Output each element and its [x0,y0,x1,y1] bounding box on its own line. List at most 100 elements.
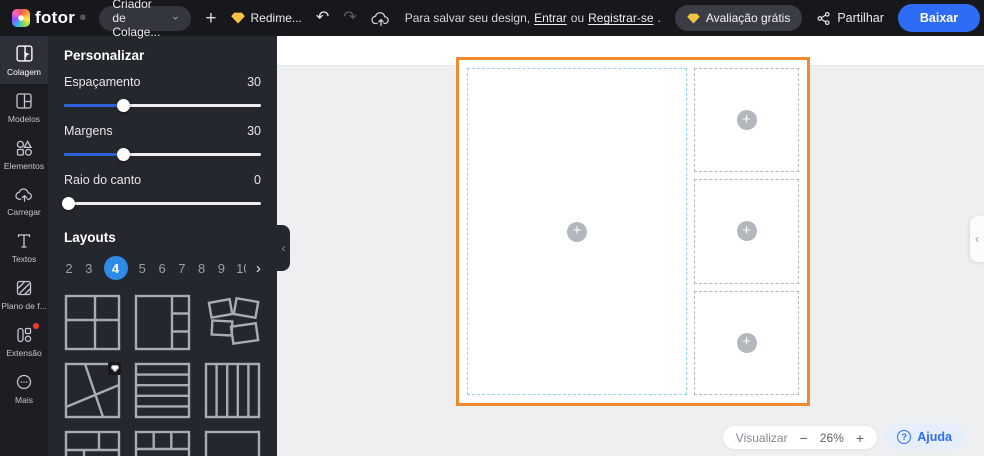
help-label: Ajuda [917,429,952,444]
layout-thumbnail-6[interactable] [204,362,261,419]
sidebar-item-plano-de-f[interactable]: Plano de f... [0,271,48,318]
zoom-out-button[interactable]: − [800,431,808,445]
share-button[interactable]: Partilhar [816,11,884,26]
panel-title: Personalizar [64,48,145,63]
layout-thumbnail-5[interactable] [134,362,191,419]
next-counts-icon[interactable]: › [256,261,261,276]
zoom-in-button[interactable]: + [856,431,864,445]
extension-icon [15,323,39,344]
gem-icon [230,12,245,24]
layout-count-10[interactable]: 10 [236,261,246,276]
layout-preview-graphic [204,362,261,419]
login-link[interactable]: Entrar [534,11,567,25]
sidebar-item-modelos[interactable]: Modelos [0,84,48,131]
layout-count-3[interactable]: 3 [84,261,94,276]
sidebar-item-label: Colagem [6,67,42,77]
sidebar-item-label: Carregar [7,207,41,217]
redeem-button[interactable]: Redime... [230,11,302,25]
layout-count-6[interactable]: 6 [157,261,167,276]
sidebar-item-colagem[interactable]: Colagem [0,36,48,84]
save-hint-period: . [657,11,661,25]
project-selector[interactable]: Criador de Colage... [99,0,192,39]
notification-dot [33,323,39,329]
left-sidebar: Colagem Modelos Elementos Carregar Textos Pla… [0,36,48,456]
layout-count-5[interactable]: 5 [137,261,147,276]
slider-label: Raio do canto [64,173,142,187]
help-button[interactable]: ? Ajuda [884,423,965,450]
collage-cell-main[interactable]: + [467,68,687,395]
new-design-button[interactable]: + [205,9,216,28]
slider-label: Espaçamento [64,75,141,89]
layout-preview-graphic [64,430,121,456]
sidebar-item-carregar[interactable]: Carregar [0,178,48,224]
preview-zoom-bar: Visualizar − 26% + [722,426,877,449]
add-photo-button[interactable]: + [567,221,587,242]
save-hint: Para salvar seu design, Entrar ou Regist… [405,11,661,25]
collage-cell-1[interactable]: + [694,68,799,173]
register-link[interactable]: Registrar-se [588,11,653,25]
layout-count-2[interactable]: 2 [64,261,74,276]
layout-count-8[interactable]: 8 [197,261,207,276]
text-icon [15,232,33,250]
slider-group-margens: Margens 30 [64,121,261,161]
preview-button[interactable]: Visualizar [736,431,788,445]
collage-right-column: + + + [694,68,799,395]
collage-cell-2[interactable]: + [694,179,799,284]
free-trial-button[interactable]: Avaliação grátis [674,5,803,31]
download-button[interactable]: Baixar [897,4,981,32]
layout-count-9[interactable]: 9 [216,261,226,276]
slider-thumb[interactable] [62,197,75,210]
sidebar-item-label: Plano de f... [1,301,47,311]
redo-button[interactable]: ↷ [343,10,356,26]
add-photo-button[interactable]: + [736,221,757,242]
panel-collapse-handle[interactable]: ‹ [277,225,290,271]
sidebar-item-label: Mais [15,395,33,405]
fotor-logo[interactable]: fotor ® [12,8,85,28]
sidebar-item-elementos[interactable]: Elementos [0,131,48,178]
workspace: + + + + [277,36,984,456]
sidebar-item-extens-o[interactable]: Extensão [0,318,48,365]
elements-icon [15,139,33,157]
layout-thumbnail-7[interactable] [64,430,121,456]
undo-button[interactable]: ↶ [316,10,329,26]
layout-thumbnail-4[interactable] [64,362,121,419]
background-icon [15,279,33,297]
add-photo-button[interactable]: + [736,332,757,353]
upload-icon [14,186,34,203]
redeem-label: Redime... [250,11,302,25]
layout-thumbnail-2[interactable] [134,294,191,351]
layouts-title: Layouts [64,230,116,245]
gem-icon [687,13,700,24]
margens-slider[interactable] [64,148,261,161]
sidebar-item-label: Modelos [7,114,41,124]
layout-preview-graphic [134,362,191,419]
share-label: Partilhar [837,11,884,25]
layout-thumbnail-9[interactable] [204,430,261,456]
slider-value: 30 [247,124,261,138]
sidebar-item-label: Textos [11,254,37,264]
registered-mark: ® [80,14,86,22]
layout-thumbnail-8[interactable] [134,430,191,456]
layout-count-4[interactable]: 4 [103,256,128,280]
customize-panel: Personalizar Espaçamento 30 Margens 30 Raio … [48,36,277,456]
add-photo-button[interactable]: + [736,110,757,131]
espa-amento-slider[interactable] [64,99,261,112]
save-hint-or: ou [570,11,585,25]
layout-thumbnails [64,294,261,456]
right-panel-collapse-handle[interactable]: ‹ [970,216,984,262]
layout-preview-graphic [64,294,121,351]
sidebar-item-textos[interactable]: Textos [0,224,48,271]
layout-thumbnail-3[interactable] [204,294,261,351]
fotor-logo-icon [12,9,30,27]
layout-count-7[interactable]: 7 [177,261,187,276]
slider-value: 0 [254,173,261,187]
layout-thumbnail-1[interactable] [64,294,121,351]
collage-canvas[interactable]: + + + + [456,57,810,406]
raio-do-canto-slider[interactable] [62,197,261,210]
sidebar-item-mais[interactable]: Mais [0,365,48,412]
slider-thumb[interactable] [116,148,130,161]
question-icon: ? [897,429,912,444]
cloud-upload-icon[interactable] [371,10,391,27]
collage-cell-3[interactable]: + [694,290,799,395]
slider-thumb[interactable] [116,99,130,112]
